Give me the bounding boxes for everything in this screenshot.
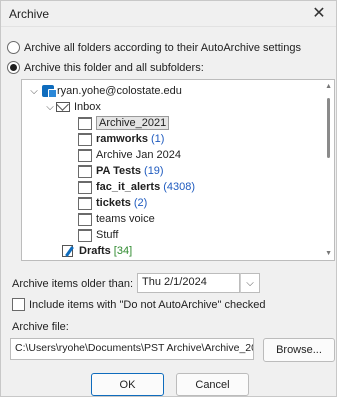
archive-all-radio[interactable]: [7, 41, 20, 54]
folder-icon: [78, 228, 92, 242]
folder-name: Archive Jan 2024: [96, 149, 181, 161]
folder-name: fac_it_alerts: [96, 181, 161, 193]
unread-count: (19): [144, 165, 164, 177]
inbox-name: Inbox: [74, 101, 101, 113]
unread-count: (4308): [163, 181, 196, 193]
folder-icon: [78, 212, 92, 226]
scrollbar-thumb[interactable]: [327, 98, 330, 158]
folder-name: Stuff: [96, 229, 119, 241]
archive-file-label: Archive file:: [12, 321, 69, 333]
outlook-account-icon: [42, 85, 57, 98]
include-checkbox-label: Include items with "Do not AutoArchive" …: [29, 298, 266, 311]
archive-older-label: Archive items older than:: [12, 278, 134, 290]
tree-item-folder[interactable]: Archive_2021: [78, 115, 170, 131]
window-title: Archive: [9, 7, 50, 21]
tree-item-folder[interactable]: ramworks (1): [78, 131, 164, 147]
drafts-icon: [62, 244, 76, 258]
drafts-count: [34]: [113, 245, 133, 257]
archive-this-radio[interactable]: [7, 61, 20, 74]
archive-this-option[interactable]: Archive this folder and all subfolders:: [7, 61, 204, 74]
tree-item-folder[interactable]: tickets (2): [78, 195, 147, 211]
folder-icon: [78, 164, 92, 178]
archive-this-label: Archive this folder and all subfolders:: [24, 61, 204, 74]
title-bar: Archive ✕: [1, 1, 336, 27]
folder-name: Archive_2021: [96, 116, 170, 130]
drafts-name: Drafts: [79, 245, 111, 257]
folder-icon: [78, 196, 92, 210]
chevron-down-icon[interactable]: ⌵: [28, 85, 40, 97]
archive-dialog: Archive ✕ Archive all folders according …: [0, 0, 337, 397]
tree-item-inbox[interactable]: ⌵ Inbox: [44, 99, 101, 115]
unread-count: (1): [150, 133, 165, 145]
folder-name: teams voice: [96, 213, 155, 225]
envelope-icon: [56, 102, 70, 112]
tree-item-folder[interactable]: Stuff: [78, 227, 118, 243]
archive-all-option[interactable]: Archive all folders according to their A…: [7, 41, 301, 54]
folder-icon: [78, 148, 92, 162]
ok-button[interactable]: OK: [91, 373, 164, 396]
chevron-down-icon[interactable]: ⌵: [44, 101, 56, 113]
unread-count: (2): [133, 197, 148, 209]
folder-icon: [78, 132, 92, 146]
tree-item-folder[interactable]: Archive Jan 2024: [78, 147, 181, 163]
tree-item-folder[interactable]: fac_it_alerts (4308): [78, 179, 195, 195]
chevron-down-icon[interactable]: ⌵: [240, 273, 260, 293]
browse-button[interactable]: Browse...: [263, 338, 335, 362]
account-name: ryan.yohe@colostate.edu: [57, 85, 182, 97]
folder-tree[interactable]: ⌵ ryan.yohe@colostate.edu ⌵ Inbox Archiv…: [21, 79, 335, 261]
include-checkbox[interactable]: [12, 298, 25, 311]
folder-name: PA Tests: [96, 165, 142, 177]
cancel-button[interactable]: Cancel: [176, 373, 249, 396]
archive-file-input[interactable]: C:\Users\ryohe\Documents\PST Archive\Arc…: [10, 338, 254, 360]
folder-icon: [78, 180, 92, 194]
archive-all-label: Archive all folders according to their A…: [24, 41, 301, 54]
tree-item-folder[interactable]: teams voice: [78, 211, 155, 227]
folder-icon: [78, 116, 92, 130]
folder-name: ramworks: [96, 133, 148, 145]
tree-item-drafts[interactable]: Drafts [34]: [62, 243, 132, 259]
close-icon[interactable]: ✕: [308, 3, 330, 23]
scroll-up-arrow-icon[interactable]: ▲: [325, 83, 332, 90]
scroll-down-arrow-icon[interactable]: ▼: [325, 250, 332, 257]
include-do-not-autoarchive[interactable]: Include items with "Do not AutoArchive" …: [12, 298, 265, 311]
archive-date-input[interactable]: Thu 2/1/2024: [137, 273, 240, 293]
tree-item-folder[interactable]: PA Tests (19): [78, 163, 164, 179]
folder-name: tickets: [96, 197, 131, 209]
tree-item-account[interactable]: ⌵ ryan.yohe@colostate.edu: [28, 83, 182, 99]
